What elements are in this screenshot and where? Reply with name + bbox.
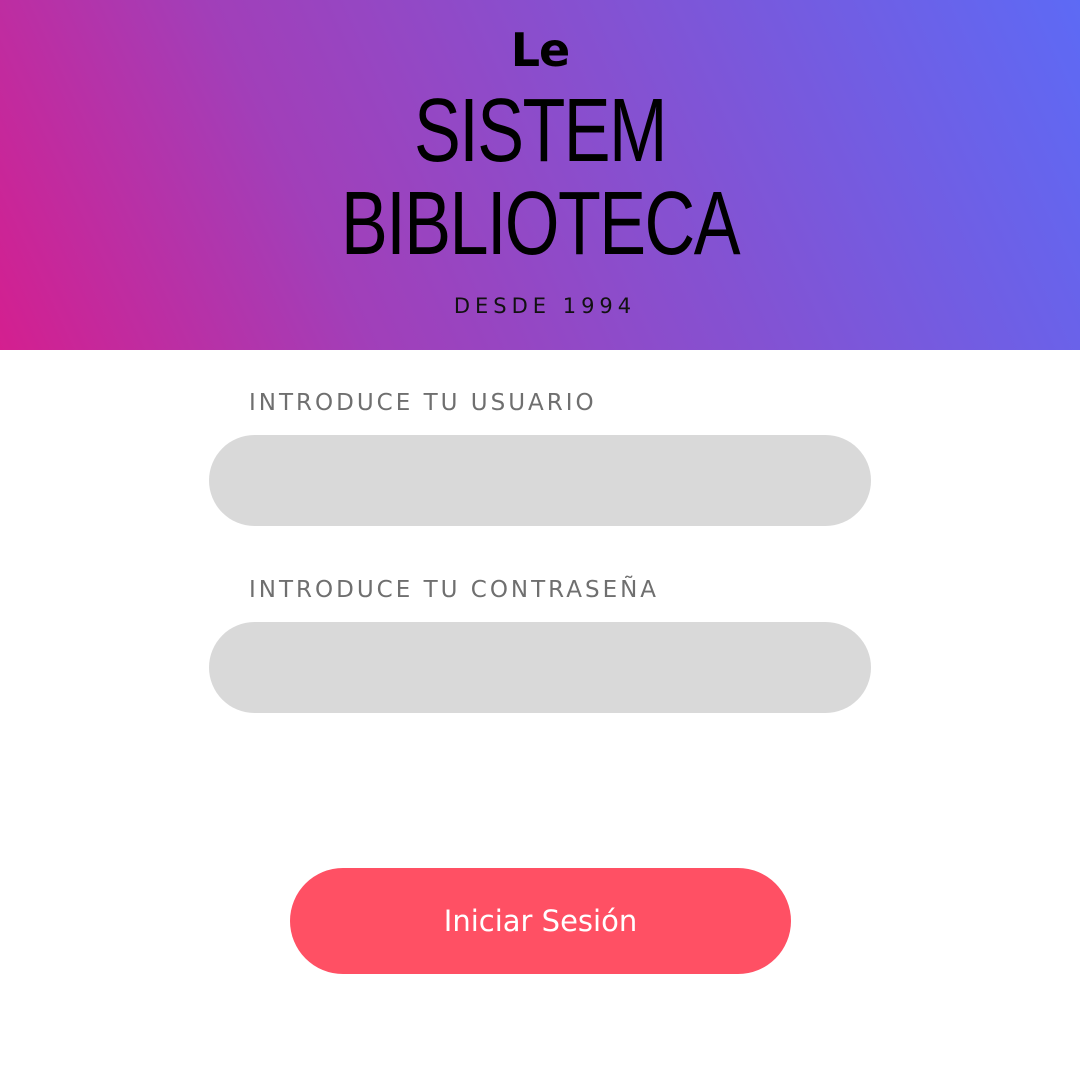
- header-banner: Le SISTEM BIBLIOTECA DESDE 1994: [0, 0, 1080, 350]
- username-field[interactable]: [209, 435, 871, 526]
- password-field[interactable]: [209, 622, 871, 713]
- brand-title-line2: BIBLIOTECA: [341, 174, 740, 274]
- tagline: DESDE 1994: [453, 294, 637, 318]
- brand-title-line1: SISTEM: [414, 81, 668, 181]
- password-label: INTRODUCE TU CONTRASEÑA: [249, 577, 660, 603]
- brand-prefix: Le: [510, 23, 571, 77]
- login-button[interactable]: Iniciar Sesión: [290, 868, 791, 974]
- username-label: INTRODUCE TU USUARIO: [249, 390, 597, 416]
